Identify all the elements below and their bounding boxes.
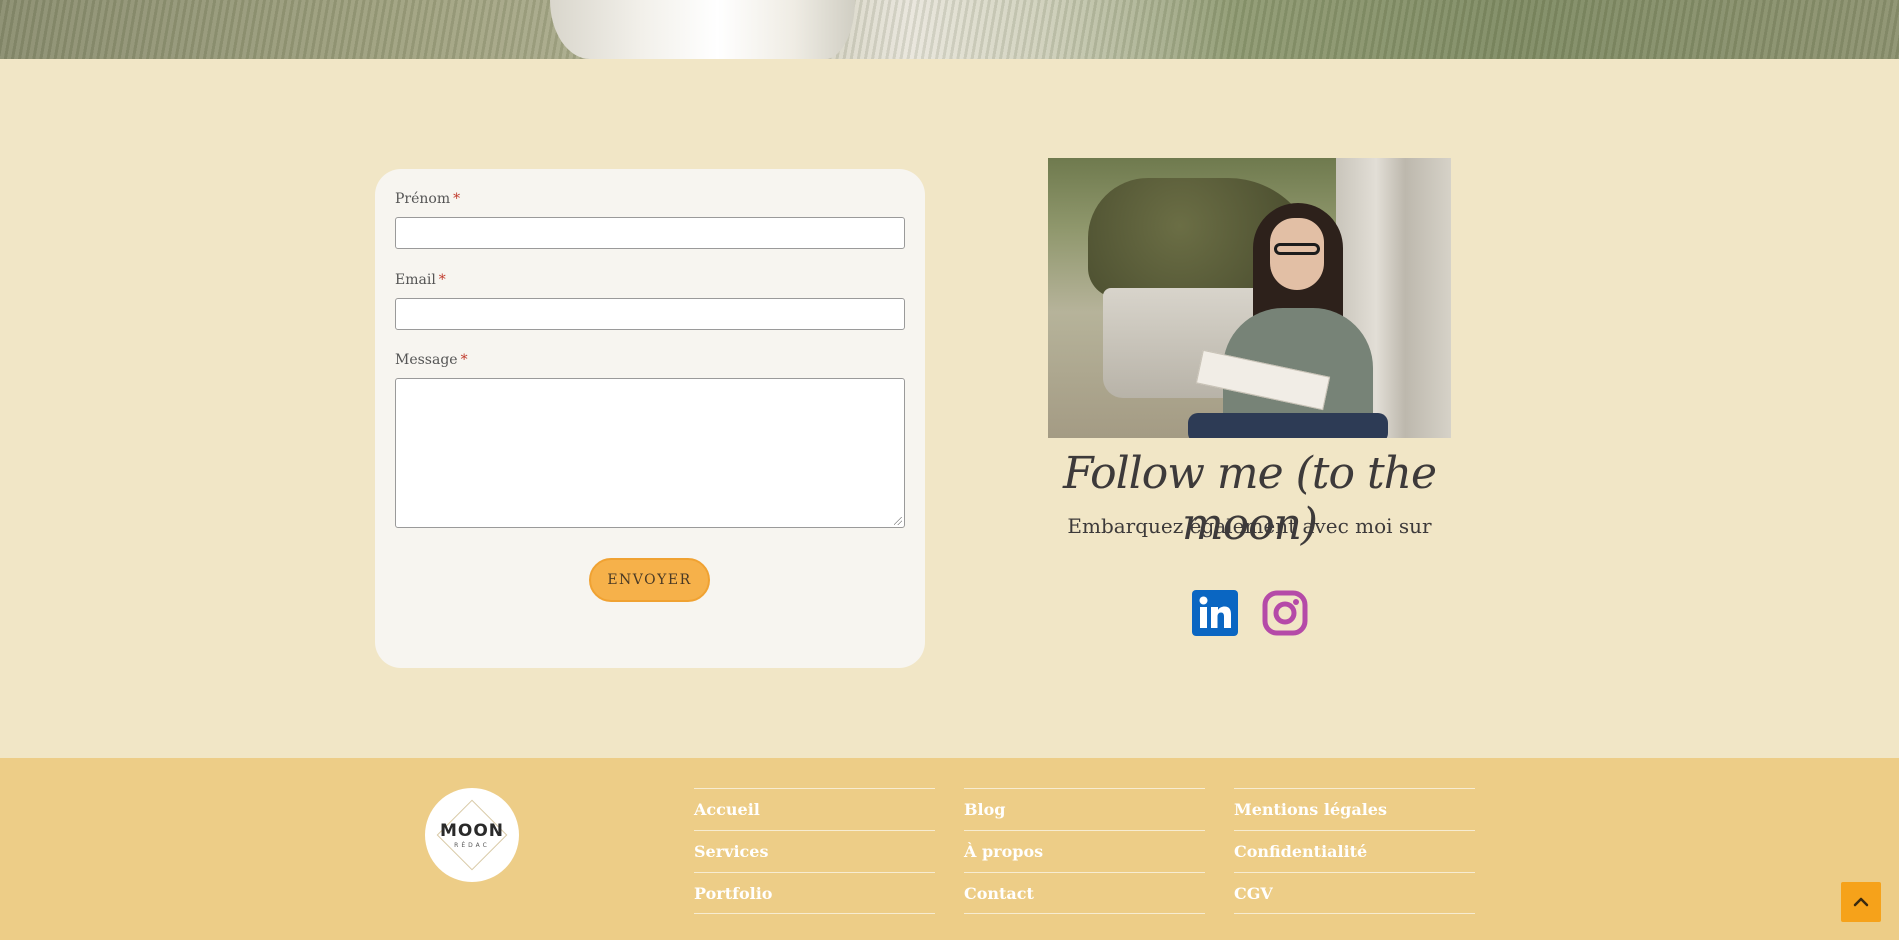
message-textarea[interactable]: [395, 378, 905, 528]
footer-link-cgv[interactable]: CGV: [1234, 872, 1475, 914]
follow-subtitle: Embarquez également avec moi sur: [1067, 514, 1432, 538]
email-label: Email *: [395, 272, 446, 288]
contact-form: Prénom * Email * Message * ENVOYER: [375, 169, 925, 668]
footer-link-a-propos[interactable]: À propos: [964, 830, 1205, 872]
submit-button[interactable]: ENVOYER: [589, 558, 710, 602]
resize-handle[interactable]: [894, 517, 902, 525]
footer-link-blog[interactable]: Blog: [964, 788, 1205, 830]
portrait-photo: [1048, 158, 1451, 438]
footer: MOON RÉDAC Accueil Services Portfolio Bl…: [0, 758, 1899, 940]
chevron-up-icon: [1853, 897, 1869, 907]
email-field[interactable]: [395, 298, 905, 330]
footer-link-accueil[interactable]: Accueil: [694, 788, 935, 830]
dress-detail: [550, 0, 855, 59]
footer-link-services[interactable]: Services: [694, 830, 935, 872]
instagram-icon[interactable]: [1262, 590, 1308, 636]
footer-nav-column-3: Mentions légales Confidentialité CGV: [1234, 788, 1475, 914]
back-to-top-button[interactable]: [1841, 882, 1881, 922]
linkedin-icon[interactable]: [1192, 590, 1238, 636]
hero-photo-strip: [0, 0, 1899, 59]
footer-link-mentions-legales[interactable]: Mentions légales: [1234, 788, 1475, 830]
footer-nav-column-1: Accueil Services Portfolio: [694, 788, 935, 914]
first-name-label: Prénom *: [395, 191, 461, 207]
footer-nav-column-2: Blog À propos Contact: [964, 788, 1205, 914]
footer-link-confidentialite[interactable]: Confidentialité: [1234, 830, 1475, 872]
moon-redac-logo[interactable]: MOON RÉDAC: [425, 788, 519, 882]
first-name-field[interactable]: [395, 217, 905, 249]
footer-link-contact[interactable]: Contact: [964, 872, 1205, 914]
footer-link-portfolio[interactable]: Portfolio: [694, 872, 935, 914]
message-label: Message *: [395, 352, 468, 368]
